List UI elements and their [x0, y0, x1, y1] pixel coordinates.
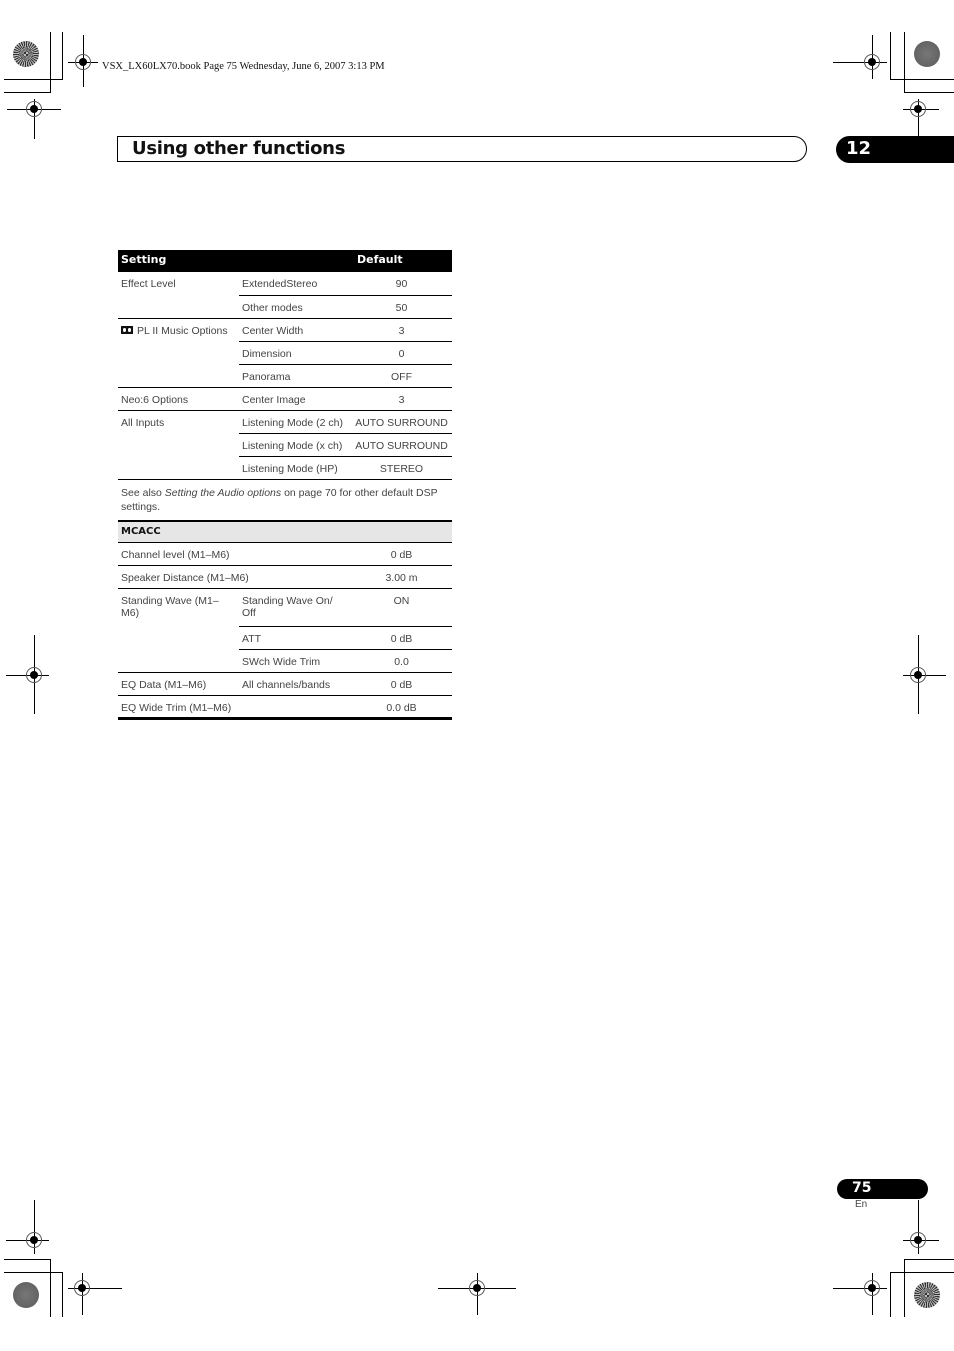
table-header-row: Setting Default — [118, 250, 452, 272]
page-title: Using other functions — [132, 138, 346, 159]
row-value: AUTO SURROUND — [351, 432, 452, 456]
crop-mark — [904, 32, 905, 93]
row-sub: ExtendedStereo — [242, 278, 318, 290]
row-sub: Dimension — [239, 340, 351, 364]
row-value: 50 — [351, 294, 452, 318]
row-sub: Other modes — [239, 294, 351, 318]
row-value: 0.0 — [351, 649, 452, 673]
chapter-badge: 12 — [836, 136, 954, 163]
color-target-icon — [914, 1282, 940, 1308]
table-row: Neo:6 Options Center Image 3 — [118, 386, 452, 410]
table-row: Dimension 0 — [118, 340, 452, 364]
row-group: All Inputs — [118, 409, 239, 433]
table-row: ATT 0 dB — [118, 626, 452, 650]
crop-mark — [904, 92, 954, 93]
table-note-row: See also Setting the Audio options on pa… — [118, 478, 452, 521]
row-group: Channel level (M1–M6) — [118, 542, 351, 566]
row-sub: All channels/bands — [239, 672, 351, 696]
color-target-icon — [13, 1282, 39, 1308]
row-sub: Listening Mode (2 ch) — [239, 409, 351, 433]
crop-mark — [890, 1272, 891, 1317]
row-value: 3 — [351, 317, 452, 341]
row-value: 0.0 dB — [351, 695, 452, 720]
crop-mark — [50, 1259, 51, 1317]
row-sub: Center Image — [239, 386, 351, 410]
section-title: MCACC — [118, 519, 452, 543]
row-value: 90 — [395, 278, 408, 290]
note-link-text: Setting the Audio options — [164, 486, 282, 499]
crop-mark — [62, 32, 63, 80]
note-text: See also — [121, 486, 165, 499]
crop-mark — [4, 79, 63, 80]
row-group: Standing Wave (M1–M6) — [118, 588, 239, 627]
row-value: ON — [351, 588, 452, 627]
header-setting: Setting — [118, 250, 351, 272]
table-row: PL II Music Options Center Width 3 — [118, 317, 452, 341]
row-sub: SWch Wide Trim — [239, 649, 351, 673]
table-row: SWch Wide Trim 0.0 — [118, 649, 452, 673]
page-number-badge: 75 — [837, 1179, 928, 1199]
crop-mark — [904, 1259, 905, 1317]
table-row: All Inputs Listening Mode (2 ch) AUTO SU… — [118, 409, 452, 433]
page-title-bar: Using other functions — [117, 136, 807, 162]
crop-mark — [50, 32, 51, 93]
page-number: 75 — [852, 1180, 872, 1196]
default-settings-table: Setting Default Effect Level ExtendedSte… — [118, 250, 452, 720]
table-row: Other modes 50 — [118, 294, 452, 318]
crop-mark — [890, 32, 891, 80]
crop-mark — [890, 1272, 954, 1273]
row-sub: Panorama — [239, 363, 351, 387]
row-sub: Center Width — [239, 317, 351, 341]
row-value: OFF — [351, 363, 452, 387]
table-note: See also Setting the Audio options on pa… — [118, 478, 452, 521]
row-sub: Standing Wave On/ Off — [239, 588, 351, 627]
row-group: EQ Wide Trim (M1–M6) — [118, 695, 351, 720]
table-row: Listening Mode (x ch) AUTO SURROUND — [118, 432, 452, 456]
row-value: 0 dB — [351, 542, 452, 566]
crop-mark — [4, 1259, 51, 1260]
table-row: EQ Data (M1–M6) All channels/bands 0 dB — [118, 672, 452, 696]
table-row: EQ Wide Trim (M1–M6) 0.0 dB — [118, 695, 452, 720]
row-sub: Listening Mode (x ch) — [239, 432, 351, 456]
crop-mark — [4, 92, 51, 93]
row-value: 3 — [351, 386, 452, 410]
table-row: Listening Mode (HP) STEREO — [118, 455, 452, 479]
table-row: Effect Level ExtendedStereo 90 — [118, 272, 452, 295]
row-sub: Listening Mode (HP) — [239, 455, 351, 479]
crop-mark — [890, 79, 954, 80]
row-sub: ATT — [239, 626, 351, 650]
row-group: Speaker Distance (M1–M6) — [118, 565, 351, 589]
row-group-cell: PL II Music Options — [118, 317, 239, 341]
row-value: STEREO — [351, 455, 452, 479]
table-row: Panorama OFF — [118, 363, 452, 387]
chapter-number: 12 — [846, 138, 872, 159]
row-group: Neo:6 Options — [118, 386, 239, 410]
row-group: EQ Data (M1–M6) — [118, 672, 239, 696]
crop-mark — [4, 1272, 63, 1273]
language-label: En — [855, 1199, 868, 1210]
crop-mark — [904, 1259, 954, 1260]
color-target-icon — [13, 41, 39, 67]
crop-mark — [62, 1272, 63, 1317]
table-row: Standing Wave (M1–M6) Standing Wave On/ … — [118, 588, 452, 627]
color-target-icon — [914, 41, 940, 67]
row-value: 0 dB — [351, 672, 452, 696]
dolby-icon — [121, 325, 133, 334]
row-value: 3.00 m — [351, 565, 452, 589]
print-header: VSX_LX60LX70.book Page 75 Wednesday, Jun… — [102, 61, 385, 72]
table-row: Channel level (M1–M6) 0 dB — [118, 542, 452, 566]
section-header-row: MCACC — [118, 519, 452, 543]
row-value: AUTO SURROUND — [351, 409, 452, 433]
row-group: PL II Music Options — [137, 324, 228, 337]
header-default: Default — [351, 250, 452, 272]
row-value: 0 — [351, 340, 452, 364]
row-group: Effect Level — [121, 278, 176, 290]
table-row: Speaker Distance (M1–M6) 3.00 m — [118, 565, 452, 589]
row-value: 0 dB — [351, 626, 452, 650]
